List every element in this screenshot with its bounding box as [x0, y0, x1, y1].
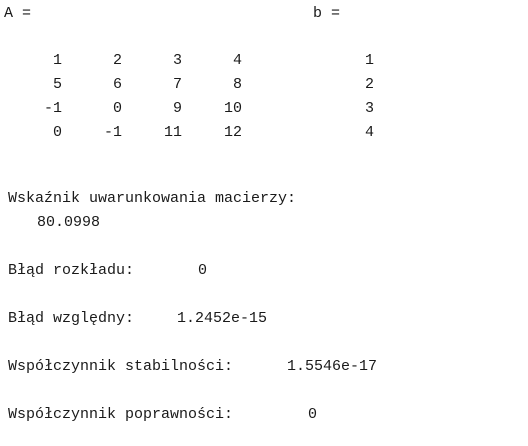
matrix-a-cell: 12 — [223, 124, 242, 141]
decomposition-error-value: 0 — [198, 262, 208, 279]
vector-b-cell: 1 — [364, 52, 374, 69]
matrix-a-label: A = — [4, 5, 32, 22]
stability-coefficient-label: Współczynnik stabilności: — [8, 358, 234, 375]
matrix-a-cell: 3 — [172, 52, 182, 69]
matrix-a-cell: 0 — [52, 124, 62, 141]
vector-b-cell: 3 — [364, 100, 374, 117]
matrix-a-cell: 0 — [112, 100, 122, 117]
matrix-a-cell: 11 — [163, 124, 182, 141]
matrix-a-cell: 2 — [112, 52, 122, 69]
matrix-a-cell: 6 — [112, 76, 122, 93]
vector-b-cell: 2 — [364, 76, 374, 93]
condition-number-value: 80.0998 — [37, 214, 101, 231]
relative-error-value: 1.2452e-15 — [177, 310, 268, 327]
matrix-a-cell: 9 — [172, 100, 182, 117]
condition-number-label: Wskaźnik uwarunkowania macierzy: — [8, 190, 297, 207]
matrix-a-cell: 1 — [52, 52, 62, 69]
vector-b-cell: 4 — [364, 124, 374, 141]
vector-b-label: b = — [313, 5, 341, 22]
stability-coefficient-value: 1.5546e-17 — [287, 358, 378, 375]
matrix-a-cell: -1 — [43, 100, 62, 117]
matrix-a-cell: 4 — [232, 52, 242, 69]
matrix-a-cell: 7 — [172, 76, 182, 93]
correctness-coefficient-label: Współczynnik poprawności: — [8, 406, 234, 423]
relative-error-label: Błąd względny: — [8, 310, 135, 327]
correctness-coefficient-value: 0 — [308, 406, 318, 423]
decomposition-error-label: Błąd rozkładu: — [8, 262, 135, 279]
matrix-a-cell: 5 — [52, 76, 62, 93]
matrix-a-cell: -1 — [103, 124, 122, 141]
matrix-a-cell: 8 — [232, 76, 242, 93]
matrix-a-cell: 10 — [223, 100, 242, 117]
